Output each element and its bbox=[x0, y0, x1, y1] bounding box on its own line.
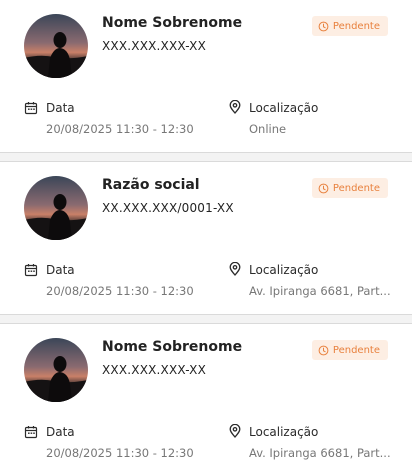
calendar-icon bbox=[24, 264, 38, 277]
date-label: Data bbox=[46, 101, 75, 115]
appointment-card[interactable]: Razão social XX.XXX.XXX/0001-XX Pendente… bbox=[0, 162, 412, 314]
clock-icon bbox=[318, 345, 329, 355]
status-badge: Pendente bbox=[311, 178, 388, 198]
avatar bbox=[24, 338, 88, 402]
client-document: XXX.XXX.XXX-XX bbox=[102, 363, 206, 377]
map-pin-icon bbox=[229, 262, 241, 276]
date-value: 20/08/2025 11:30 - 12:30 bbox=[46, 122, 194, 136]
date-label: Data bbox=[46, 425, 75, 439]
client-document: XX.XXX.XXX/0001-XX bbox=[102, 201, 234, 215]
status-badge: Pendente bbox=[311, 16, 388, 36]
location-label: Localização bbox=[249, 101, 319, 115]
calendar-icon bbox=[24, 426, 38, 439]
location-value: Av. Ipiranga 6681, Part... bbox=[249, 284, 391, 298]
location-value: Av. Ipiranga 6681, Part... bbox=[249, 446, 391, 460]
client-name: Nome Sobrenome bbox=[102, 339, 243, 355]
card-divider bbox=[0, 314, 412, 324]
avatar bbox=[24, 14, 88, 78]
date-value: 20/08/2025 11:30 - 12:30 bbox=[46, 284, 194, 298]
date-value: 20/08/2025 11:30 - 12:30 bbox=[46, 446, 194, 460]
appointment-card[interactable]: Nome Sobrenome XXX.XXX.XXX-XX Pendente D… bbox=[0, 324, 412, 476]
client-name: Razão social bbox=[102, 177, 200, 193]
card-divider bbox=[0, 152, 412, 162]
map-pin-icon bbox=[229, 424, 241, 438]
client-name: Nome Sobrenome bbox=[102, 15, 243, 31]
status-label: Pendente bbox=[332, 20, 380, 32]
appointment-list: Nome Sobrenome XXX.XXX.XXX-XX Pendente D… bbox=[0, 0, 412, 476]
location-value: Online bbox=[249, 122, 287, 136]
client-document: XXX.XXX.XXX-XX bbox=[102, 39, 206, 53]
status-label: Pendente bbox=[332, 182, 380, 194]
location-label: Localização bbox=[249, 263, 319, 277]
clock-icon bbox=[318, 21, 329, 31]
location-label: Localização bbox=[249, 425, 319, 439]
map-pin-icon bbox=[229, 100, 241, 114]
calendar-icon bbox=[24, 102, 38, 115]
status-badge: Pendente bbox=[311, 340, 388, 360]
avatar bbox=[24, 176, 88, 240]
clock-icon bbox=[318, 183, 329, 193]
status-label: Pendente bbox=[332, 344, 380, 356]
appointment-card[interactable]: Nome Sobrenome XXX.XXX.XXX-XX Pendente D… bbox=[0, 0, 412, 152]
date-label: Data bbox=[46, 263, 75, 277]
